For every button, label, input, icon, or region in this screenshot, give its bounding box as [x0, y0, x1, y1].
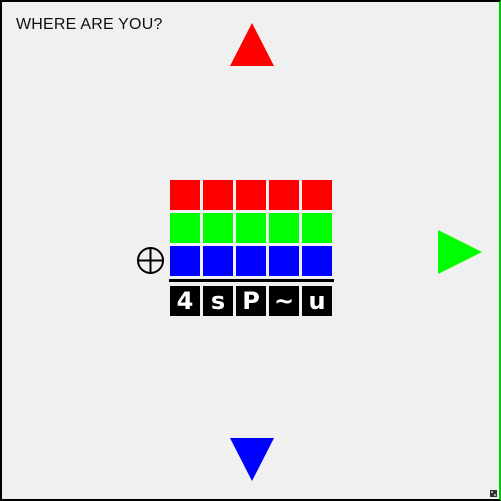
- grid-cell-green[interactable]: [269, 213, 299, 243]
- resize-grip-icon[interactable]: [490, 490, 497, 497]
- grid-cell-blue[interactable]: [302, 246, 332, 276]
- code-glyph: s: [203, 286, 233, 316]
- grid-cell-red[interactable]: [203, 180, 233, 210]
- grid-cell-red[interactable]: [170, 180, 200, 210]
- grid-row-red: [170, 180, 333, 210]
- code-glyph: u: [302, 286, 332, 316]
- color-grid: [170, 180, 333, 276]
- triangle-right-icon[interactable]: [438, 230, 482, 274]
- grid-cell-blue[interactable]: [203, 246, 233, 276]
- triangle-up-icon[interactable]: [230, 22, 274, 66]
- grid-cell-red[interactable]: [302, 180, 332, 210]
- grid-cell-green[interactable]: [203, 213, 233, 243]
- grid-cell-green[interactable]: [170, 213, 200, 243]
- grid-row-green: [170, 213, 333, 243]
- code-glyph: ~: [269, 286, 299, 316]
- grid-cell-red[interactable]: [236, 180, 266, 210]
- grid-row-blue: [170, 246, 333, 276]
- grid-cell-blue[interactable]: [170, 246, 200, 276]
- triangle-down-icon[interactable]: [230, 438, 274, 482]
- divider: [169, 279, 334, 282]
- code-glyph: P: [236, 286, 266, 316]
- grid-cell-green[interactable]: [302, 213, 332, 243]
- grid-cell-blue[interactable]: [269, 246, 299, 276]
- grid-cell-red[interactable]: [269, 180, 299, 210]
- code-strip: 4 s P ~ u: [170, 286, 333, 316]
- game-frame: WHERE ARE YOU? 4 s P ~ u: [0, 0, 501, 501]
- grid-cell-blue[interactable]: [236, 246, 266, 276]
- crosshair-icon[interactable]: [136, 246, 165, 275]
- grid-cell-green[interactable]: [236, 213, 266, 243]
- prompt-text: WHERE ARE YOU?: [16, 16, 163, 33]
- code-glyph: 4: [170, 286, 200, 316]
